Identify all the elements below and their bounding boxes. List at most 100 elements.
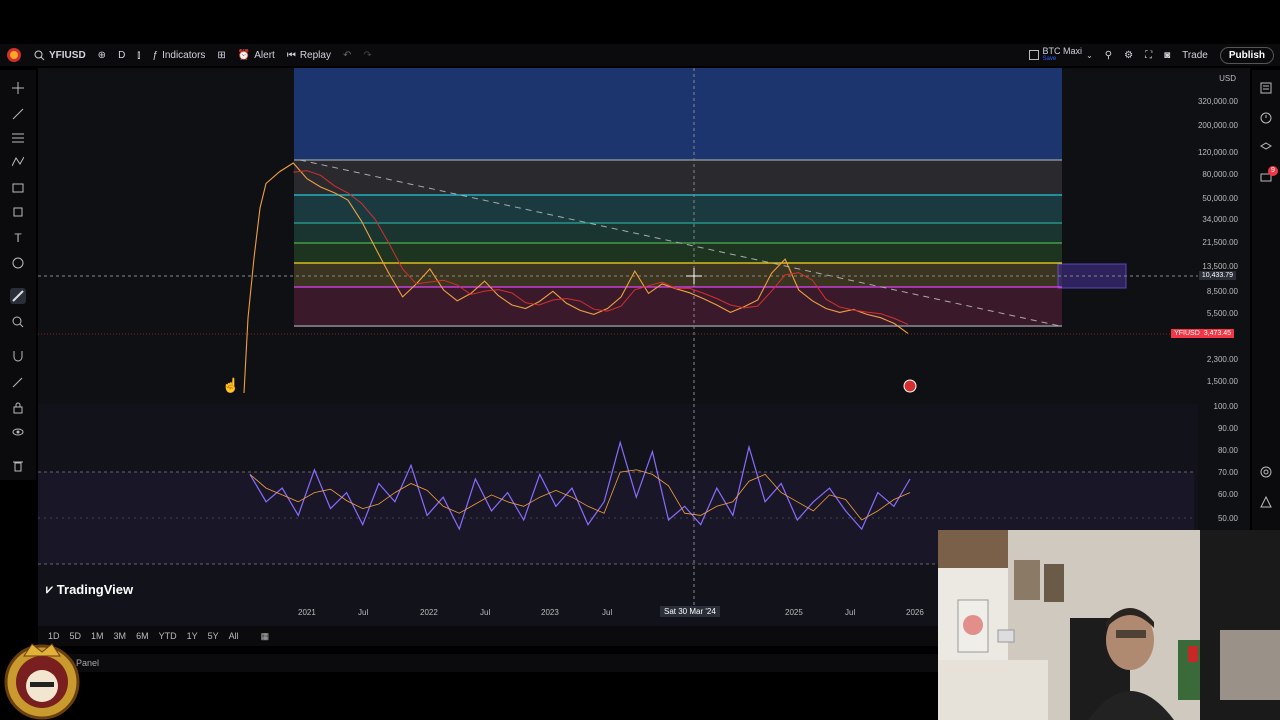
time-tick-label: 2026 — [906, 608, 924, 617]
highlight-box — [1057, 263, 1127, 289]
drawing-toolbar: T — [0, 70, 36, 480]
price-tick-label: 34,000.00 — [1202, 215, 1238, 224]
shape-icon[interactable] — [10, 204, 26, 220]
fib-zone-3 — [294, 223, 1062, 243]
redo-button[interactable]: ↷ — [357, 44, 377, 66]
fib-tool-icon[interactable] — [10, 130, 26, 146]
oscillator-tick-label: 90.00 — [1217, 424, 1238, 433]
alarm-icon: ⏰ — [237, 49, 251, 61]
eye-icon[interactable] — [10, 424, 26, 440]
range-button[interactable]: All — [229, 631, 239, 641]
price-tick-label: 1,500.00 — [1206, 377, 1238, 386]
time-tick-label: 2025 — [785, 608, 803, 617]
alert-button[interactable]: ⏰ Alert — [232, 44, 281, 66]
brush-icon[interactable] — [10, 288, 26, 304]
pattern-icon[interactable] — [10, 154, 26, 170]
fullscreen-button[interactable]: ⛶ — [1139, 44, 1158, 66]
crosshair-icon[interactable] — [10, 80, 26, 96]
compare-icon: ⊕ — [97, 49, 107, 61]
candles-icon: ⫾ — [137, 49, 141, 61]
oscillator-tick-label: 100.00 — [1213, 402, 1238, 411]
settings-button[interactable]: ⚙ — [1118, 44, 1139, 66]
fib-zone-4 — [294, 243, 1062, 263]
rewind-icon: ⏮ — [286, 49, 296, 61]
right-sidebar: 9 — [1252, 70, 1280, 530]
redo-icon: ↷ — [363, 49, 372, 61]
range-button[interactable]: YTD — [159, 631, 177, 641]
logo-icon[interactable] — [0, 44, 28, 66]
fib-zone-5 — [294, 263, 1062, 287]
time-tick-label: 2021 — [298, 608, 316, 617]
oscillator-tick-label: 70.00 — [1217, 468, 1238, 477]
templates-button[interactable]: ⊞ — [211, 44, 231, 66]
fib-zone-2 — [294, 195, 1062, 223]
price-tick-label: 320,000.00 — [1197, 97, 1238, 106]
range-button[interactable]: 6M — [136, 631, 149, 641]
range-selector: 1D 5D 1M 3M 6M YTD 1Y 5Y All ▦ — [38, 626, 938, 646]
magnet-icon[interactable] — [10, 348, 26, 364]
price-axis[interactable]: USD 320,000.00 200,000.00 120,000.00 80,000… — [1171, 68, 1250, 588]
pencil-icon[interactable] — [10, 374, 26, 390]
undo-icon: ↶ — [342, 49, 352, 61]
crosshair-price-label: 10,433.79 — [1198, 271, 1236, 280]
range-button[interactable]: 1Y — [187, 631, 198, 641]
price-tick-label: 200,000.00 — [1197, 121, 1238, 130]
price-tick-label: 13,500.00 — [1202, 262, 1238, 271]
help-icon[interactable] — [1258, 494, 1274, 510]
icon-tool-icon[interactable] — [10, 255, 26, 271]
top-toolbar: YFIUSD ⊕ D ⫾ ƒ Indicators ⊞ ⏰ Alert ⏮ Re… — [0, 44, 1280, 66]
interval-button[interactable]: D — [112, 44, 131, 66]
snapshot-button[interactable]: ◙ — [1158, 44, 1176, 66]
gear-icon: ⚙ — [1124, 49, 1134, 61]
layout-selector[interactable]: BTC Maxi Save ⌄ — [1023, 44, 1099, 66]
trade-label: Trade — [1182, 49, 1208, 61]
square-icon — [1028, 50, 1039, 60]
brand-label: TradingView — [56, 582, 134, 597]
range-button[interactable]: 5Y — [208, 631, 219, 641]
calendar-icon[interactable]: ▦ — [261, 631, 270, 642]
event-flag-icon[interactable] — [903, 379, 917, 393]
lock-icon[interactable] — [10, 400, 26, 416]
publish-label: Publish — [1219, 46, 1274, 64]
symbol-search[interactable]: YFIUSD — [28, 44, 92, 66]
search-icon — [34, 50, 45, 60]
publish-button[interactable]: Publish — [1214, 44, 1280, 66]
zoom-icon[interactable] — [10, 314, 26, 330]
layout-name: BTC Maxi — [1042, 46, 1083, 56]
fullscreen-icon: ⛶ — [1145, 49, 1153, 61]
currency-selector[interactable]: USD — [1219, 74, 1236, 83]
compare-button[interactable]: ⊕ — [92, 44, 112, 66]
range-button[interactable]: 3M — [114, 631, 127, 641]
undo-button[interactable]: ↶ — [337, 44, 357, 66]
clock-icon[interactable] — [1258, 110, 1274, 126]
range-button[interactable]: 1M — [91, 631, 104, 641]
chevron-down-icon: ⌄ — [1086, 50, 1093, 60]
time-tick-label: Jul — [845, 608, 856, 617]
fib-extension-zone — [294, 68, 1062, 160]
alert-label: Alert — [254, 49, 275, 61]
indicators-label: Indicators — [162, 49, 206, 61]
fib-zone-6 — [294, 287, 1062, 327]
webcam-overlay — [938, 530, 1280, 720]
trend-line-icon[interactable] — [10, 106, 26, 122]
indicators-button[interactable]: ƒ Indicators — [147, 44, 212, 66]
grid-icon: ⊞ — [217, 49, 226, 61]
interval-label: D — [118, 49, 126, 61]
price-tick-label: 50,000.00 — [1202, 194, 1238, 203]
watchlist-icon[interactable] — [1258, 80, 1274, 96]
replay-button[interactable]: ⏮ Replay — [281, 44, 337, 66]
hand-cursor-icon: ☝ — [222, 376, 239, 394]
time-tick-label: Jul — [480, 608, 491, 617]
trade-button[interactable]: Trade — [1176, 44, 1214, 66]
target-icon[interactable] — [1258, 464, 1274, 480]
layout-status: Save — [1042, 56, 1057, 62]
layers-icon[interactable] — [1258, 140, 1274, 156]
chart-type-button[interactable]: ⫾ — [131, 44, 146, 66]
oscillator-tick-label: 80.00 — [1217, 446, 1238, 455]
search-icon: ⚲ — [1104, 49, 1113, 61]
forecast-icon[interactable] — [10, 180, 26, 196]
text-tool-icon[interactable]: T — [10, 230, 26, 246]
quick-search-button[interactable]: ⚲ — [1099, 44, 1118, 66]
symbol-label: YFIUSD — [49, 49, 86, 61]
trash-icon[interactable] — [10, 458, 26, 474]
